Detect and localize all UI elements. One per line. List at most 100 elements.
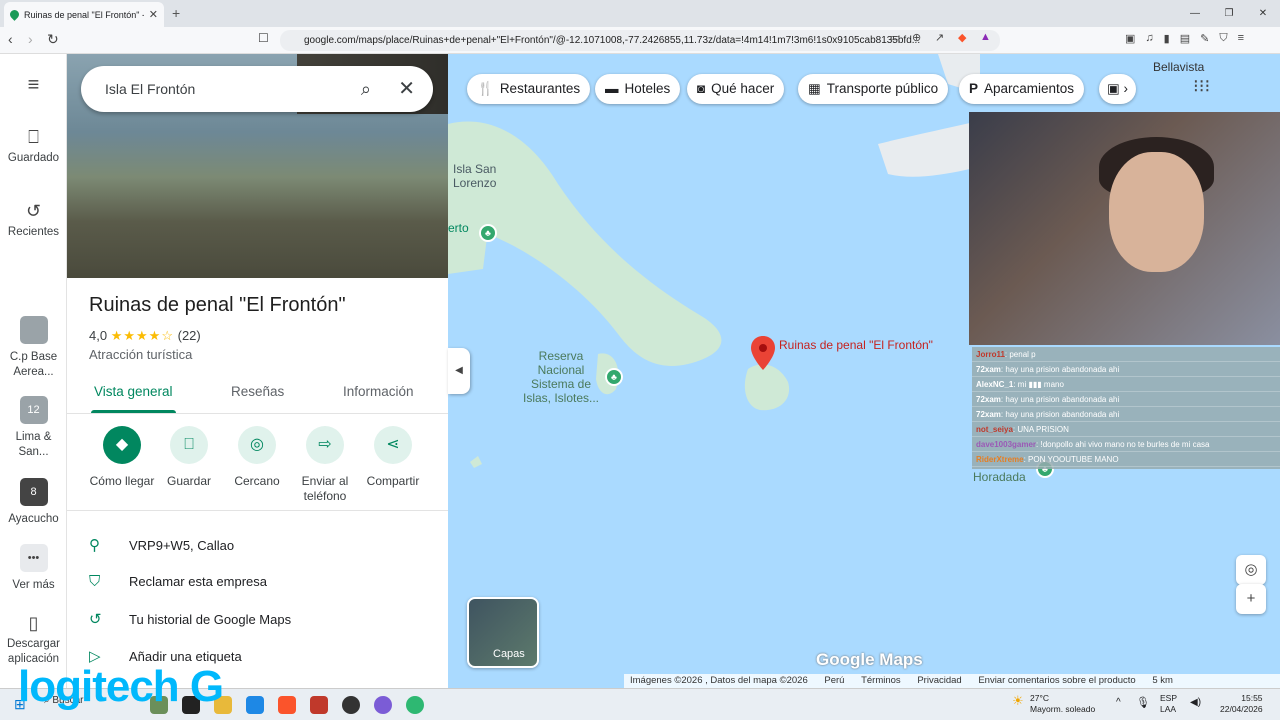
bed-icon: ▬ bbox=[605, 81, 619, 96]
map-label-reserva[interactable]: Reserva Nacional Sistema de Islas, Islot… bbox=[516, 349, 606, 405]
park-poi-icon[interactable]: ♣ bbox=[605, 368, 623, 386]
rail-recent-place-3[interactable]: 8 Ayacucho bbox=[0, 478, 67, 527]
star-rating-icon: ★★★★☆ bbox=[110, 328, 174, 343]
reload-icon[interactable]: ↻ bbox=[47, 31, 59, 48]
collapse-panel-button[interactable]: ◀ bbox=[448, 348, 470, 394]
tab-about[interactable]: Información bbox=[343, 384, 414, 399]
map-canvas[interactable]: 🍴 Restaurantes ▬ Hoteles ◙ Qué hacer ▦ Trans… bbox=[448, 54, 1280, 688]
restore-icon[interactable]: ❐ bbox=[1212, 0, 1246, 27]
extensions-icon[interactable]: ✎ bbox=[1200, 32, 1209, 45]
save-button[interactable]: ⎕ Guardar bbox=[154, 426, 224, 489]
rail-download-app[interactable]: ▯ Descargar aplicación bbox=[0, 614, 67, 667]
park-poi-icon[interactable]: ♣ bbox=[479, 224, 497, 242]
back-icon[interactable]: ‹ bbox=[8, 31, 13, 47]
minimize-icon[interactable]: — bbox=[1178, 0, 1212, 27]
music-icon[interactable]: ♫ bbox=[1145, 32, 1153, 45]
scale-label[interactable]: 5 km bbox=[1152, 675, 1173, 686]
browser-tab[interactable]: Ruinas de penal "El Frontón" - G ✕ bbox=[4, 2, 164, 27]
bookmark-icon: ⎕ bbox=[170, 426, 208, 464]
app-icon[interactable] bbox=[406, 696, 424, 714]
chip-parking[interactable]: P Aparcamientos bbox=[959, 74, 1085, 104]
brave-icon[interactable] bbox=[278, 696, 296, 714]
rail-saved[interactable]: ⎕ Guardado bbox=[0, 127, 67, 166]
chip-hotels[interactable]: ▬ Hoteles bbox=[595, 74, 681, 104]
rail-recent[interactable]: ↺ Recientes bbox=[0, 201, 67, 240]
apps-grid-icon[interactable]: ⁝⁝⁝ bbox=[1193, 76, 1210, 97]
chip-restaurants[interactable]: 🍴 Restaurantes bbox=[467, 74, 591, 104]
directions-button[interactable]: ◆ Cómo llegar bbox=[87, 426, 157, 489]
search-input[interactable]: Isla El Frontón ⌕ ✕ bbox=[81, 66, 433, 112]
rail-recent-place-2[interactable]: 12 Lima & San... bbox=[0, 396, 67, 460]
window-close-icon[interactable]: ✕ bbox=[1246, 0, 1280, 27]
nearby-button[interactable]: ◎ Cercano bbox=[222, 426, 292, 489]
close-tab-icon[interactable]: ✕ bbox=[149, 8, 158, 21]
map-label-horadada[interactable]: Horadada bbox=[973, 470, 1026, 484]
info-claim-business[interactable]: ⛉ Reclamar esta empresa bbox=[89, 573, 267, 590]
new-tab-icon[interactable]: + bbox=[172, 5, 180, 21]
close-icon[interactable]: ✕ bbox=[398, 66, 415, 112]
share-button[interactable]: ⋖ Compartir bbox=[358, 426, 428, 489]
store-icon[interactable] bbox=[246, 696, 264, 714]
info-maps-history[interactable]: ↺ Tu historial de Google Maps bbox=[89, 610, 291, 628]
send-to-phone-button[interactable]: ⇨ Enviar al teléfono bbox=[290, 426, 360, 504]
chip-more-scroll[interactable]: ▣ › bbox=[1099, 74, 1137, 104]
tab-overview[interactable]: Vista general bbox=[94, 384, 173, 399]
send-to-phone-icon: ⇨ bbox=[306, 426, 344, 464]
search-icon[interactable]: ⌕ bbox=[361, 66, 371, 112]
rail-more[interactable]: ••• Ver más bbox=[0, 544, 67, 593]
tray-chevron-icon[interactable]: ^ bbox=[1116, 697, 1121, 708]
menu-icon[interactable]: ≡ bbox=[1238, 32, 1244, 45]
camera-icon: ◙ bbox=[697, 81, 706, 96]
obs-icon[interactable] bbox=[342, 696, 360, 714]
chat-line: dave1003gamer: !donpollo ahi vivo mano n… bbox=[972, 437, 1280, 452]
place-category[interactable]: Atracción turística bbox=[89, 347, 192, 362]
discord-icon[interactable] bbox=[374, 696, 392, 714]
sidebar-icon[interactable]: ▣ bbox=[1125, 32, 1135, 45]
map-footer: Imágenes ©2026 , Datos del mapa ©2026 Pe… bbox=[624, 674, 1280, 688]
divider bbox=[67, 510, 448, 511]
zoom-in-button[interactable]: + bbox=[1236, 584, 1266, 614]
reader-icon[interactable]: ▮ bbox=[1164, 32, 1170, 45]
tab-reviews[interactable]: Reseñas bbox=[231, 384, 284, 399]
bookmark-icon: ⎕ bbox=[28, 127, 39, 147]
place-panel: Isla El Frontón ⌕ ✕ Ruinas de penal "El … bbox=[67, 54, 448, 688]
brave-shield-icon[interactable]: ◆ bbox=[958, 31, 966, 44]
layers-button[interactable]: Capas bbox=[467, 597, 539, 668]
map-pin-icon[interactable] bbox=[750, 336, 776, 370]
info-plus-code[interactable]: ⚲ VRP9+W5, Callao bbox=[89, 536, 234, 554]
zoom-icon[interactable]: ⊕ bbox=[912, 31, 921, 44]
privacy-link[interactable]: Privacidad bbox=[917, 675, 961, 686]
logitech-g-logo-overlay: logitech G bbox=[18, 662, 224, 711]
feedback-link[interactable]: Enviar comentarios sobre el producto bbox=[978, 675, 1135, 686]
chat-line: 72xam: hay una prision abandonada ahi bbox=[972, 362, 1280, 377]
map-label-erto[interactable]: erto bbox=[448, 221, 469, 235]
tab-title: Ruinas de penal "El Frontón" - G bbox=[24, 9, 144, 20]
taskbar-clock[interactable]: 15:55 22/04/2026 bbox=[1220, 693, 1263, 715]
history-icon: ↺ bbox=[25, 201, 42, 221]
app-icon[interactable] bbox=[310, 696, 328, 714]
wallet-icon[interactable]: ▤ bbox=[1180, 32, 1190, 45]
country-link[interactable]: Perú bbox=[824, 675, 844, 686]
rail-recent-place-1[interactable]: C.p Base Aerea... bbox=[0, 316, 67, 380]
bookmark-icon[interactable]: ☐ bbox=[258, 31, 269, 45]
chip-things-to-do[interactable]: ◙ Qué hacer bbox=[687, 74, 785, 104]
language-indicator[interactable]: ESP LAA bbox=[1160, 693, 1177, 715]
map-label-san-lorenzo[interactable]: Isla San Lorenzo bbox=[453, 162, 513, 190]
mic-icon[interactable]: 🎙 bbox=[1136, 696, 1150, 709]
chip-transit[interactable]: ▦ Transporte público bbox=[798, 74, 949, 104]
forward-icon[interactable]: › bbox=[28, 31, 33, 47]
terms-link[interactable]: Términos bbox=[861, 675, 901, 686]
my-location-button[interactable]: ◎ bbox=[1236, 555, 1266, 585]
share-icon[interactable]: ↗ bbox=[935, 31, 944, 44]
volume-icon[interactable]: ◀) bbox=[1190, 697, 1201, 708]
cast-icon[interactable]: ▭ bbox=[890, 31, 900, 44]
rewards-icon[interactable]: ▲ bbox=[980, 31, 991, 43]
weather-widget[interactable]: ☀ 27°C Mayorm. soleado bbox=[1012, 693, 1095, 715]
restaurant-icon: 🍴 bbox=[477, 81, 494, 96]
review-count[interactable]: (22) bbox=[178, 328, 201, 343]
map-label-pin[interactable]: Ruinas de penal "El Frontón" bbox=[779, 338, 933, 352]
hamburger-menu-icon[interactable]: ≡ bbox=[0, 75, 67, 99]
vpn-icon[interactable]: ⛉ bbox=[1219, 32, 1227, 45]
maps-rail: ≡ ⎕ Guardado ↺ Recientes C.p Base Aerea...… bbox=[0, 54, 67, 688]
map-label-bellavista[interactable]: Bellavista bbox=[1153, 60, 1204, 74]
